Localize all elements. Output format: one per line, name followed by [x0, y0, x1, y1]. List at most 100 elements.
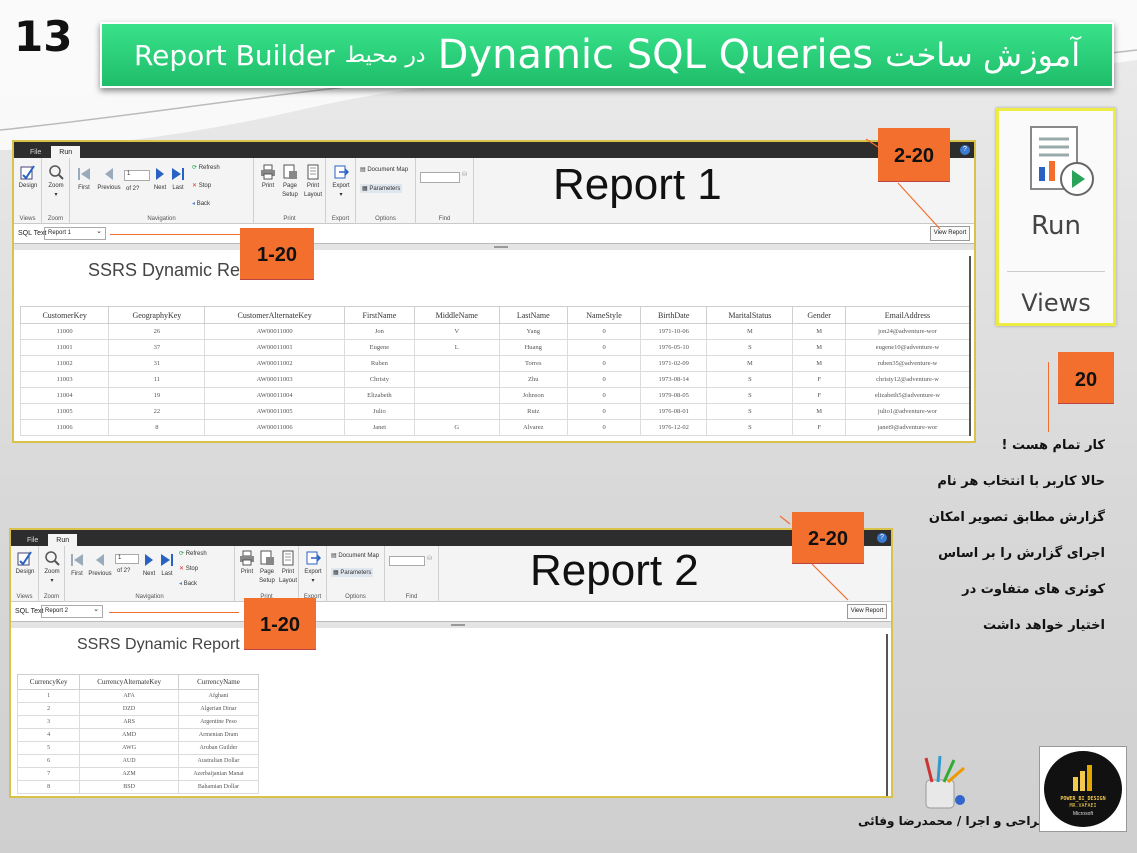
- refresh-button[interactable]: ⟳ Refresh: [192, 164, 220, 171]
- stop-button[interactable]: ✕ Stop: [179, 565, 198, 572]
- page-setup-button[interactable]: Page Setup: [280, 164, 300, 200]
- table-cell: 11000: [19, 323, 110, 340]
- table-cell: 8: [16, 780, 81, 794]
- table-cell: 0: [567, 419, 642, 436]
- print-button[interactable]: Print: [237, 550, 257, 577]
- first-page-button[interactable]: First: [76, 166, 92, 193]
- column-header: CurrencyKey: [16, 674, 81, 690]
- table-cell: 1973-08-14: [640, 371, 708, 388]
- page-number-input[interactable]: 1: [124, 170, 150, 181]
- zoom-button[interactable]: Zoom ▾: [41, 550, 63, 586]
- last-page-button[interactable]: Last: [159, 552, 175, 579]
- print-label: Print: [240, 569, 254, 575]
- sql-text-label: SQL Text: [15, 608, 44, 615]
- callout-line: [109, 612, 239, 613]
- help-icon[interactable]: ?: [877, 533, 887, 543]
- table-cell: Jon: [343, 323, 415, 340]
- help-icon[interactable]: ?: [960, 145, 970, 155]
- next-page-button[interactable]: Next: [141, 552, 157, 579]
- page-number-input[interactable]: 1: [115, 554, 139, 564]
- table-row: 4 AMD Armenian Dram: [16, 728, 260, 742]
- sql-text-select[interactable]: Report 2: [41, 605, 103, 618]
- table-cell: G: [413, 419, 500, 436]
- zoom-label: Zoom: [48, 183, 64, 189]
- back-button[interactable]: ◂ Back: [192, 200, 210, 207]
- column-header: CurrencyAlternateKey: [79, 674, 179, 690]
- table-cell: 11: [108, 371, 206, 388]
- tab-run[interactable]: Run: [48, 534, 78, 546]
- find-input[interactable]: [389, 556, 425, 566]
- zoom-button[interactable]: Zoom ▾: [44, 164, 68, 200]
- back-icon: ◂: [179, 581, 183, 587]
- vertical-scrollbar[interactable]: [886, 634, 888, 796]
- previous-page-button[interactable]: Previous: [96, 166, 122, 193]
- print-button[interactable]: Print: [258, 164, 278, 191]
- export-button[interactable]: Export ▾: [302, 550, 324, 586]
- page-setup-button[interactable]: Page Setup: [257, 550, 277, 586]
- group-label-find: Find: [405, 594, 418, 600]
- title-part-1: آموزش ساخت: [885, 36, 1081, 74]
- design-button[interactable]: Design: [13, 550, 37, 577]
- sql-text-select[interactable]: Report 1: [44, 227, 106, 240]
- last-page-button[interactable]: Last: [170, 166, 186, 193]
- table-cell: M: [706, 355, 794, 372]
- table-cell: AMD: [79, 728, 179, 742]
- document-map-button[interactable]: ▤ Document Map: [360, 166, 408, 173]
- paragraph-line-3: گزارش مطابق تصویر امکان: [928, 510, 1105, 525]
- refresh-button[interactable]: ⟳ Refresh: [179, 550, 207, 557]
- vertical-scrollbar[interactable]: [969, 256, 971, 436]
- tab-file[interactable]: File: [19, 534, 46, 546]
- table-cell: 11002: [19, 355, 110, 372]
- magnifier-icon: [49, 165, 64, 180]
- stop-button[interactable]: ✕ Stop: [192, 182, 211, 189]
- table-cell: S: [706, 339, 794, 356]
- export-button[interactable]: Export ▾: [330, 164, 352, 200]
- column-header: CurrencyName: [177, 674, 260, 690]
- table-cell: M: [792, 403, 846, 420]
- back-button[interactable]: ◂ Back: [179, 580, 197, 587]
- print-layout-button[interactable]: Print Layout: [277, 550, 299, 586]
- table-cell: elizabeth5@adventure-w: [844, 387, 971, 404]
- parameters-button[interactable]: ▦ Parameters: [360, 184, 403, 193]
- table-cell: AW00011006: [204, 419, 345, 436]
- table-cell: Bahamian Dollar: [177, 780, 260, 794]
- parameter-bar: SQL Text Report 1 View Report: [14, 224, 974, 244]
- last-label: Last: [172, 185, 184, 191]
- previous-page-button[interactable]: Previous: [87, 552, 113, 579]
- tab-run[interactable]: Run: [51, 146, 81, 158]
- design-label: Design: [18, 183, 38, 189]
- parameters-button[interactable]: ▦ Parameters: [331, 568, 374, 577]
- design-button[interactable]: Design: [16, 164, 40, 191]
- table-cell: 11004: [19, 387, 110, 404]
- table-cell: 8: [108, 419, 206, 436]
- document-map-button[interactable]: ▤ Document Map: [331, 552, 379, 559]
- table-cell: AW00011002: [204, 355, 345, 372]
- binoculars-icon[interactable]: ⛁: [427, 555, 432, 562]
- table-cell: ARS: [79, 715, 179, 729]
- table-row: 3 ARS Argentine Peso: [16, 715, 260, 729]
- last-label: Last: [161, 571, 173, 577]
- parameters-icon: ▦: [333, 570, 339, 576]
- table-cell: 22: [108, 403, 206, 420]
- column-header: FirstName: [343, 306, 415, 324]
- group-label-navigation: Navigation: [147, 216, 176, 222]
- view-report-button[interactable]: View Report: [847, 604, 887, 619]
- column-header: Gender: [792, 306, 846, 324]
- print-layout-button[interactable]: Print Layout: [302, 164, 324, 200]
- next-page-button[interactable]: Next: [152, 166, 168, 193]
- table-cell: F: [792, 387, 846, 404]
- tab-file[interactable]: File: [22, 146, 49, 158]
- group-zoom: Zoom ▾ Zoom: [42, 158, 70, 224]
- run-button-panel[interactable]: Run Views: [996, 108, 1116, 326]
- find-input[interactable]: [420, 172, 460, 183]
- back-label: Back: [196, 201, 211, 207]
- badge-20: 20: [1058, 352, 1114, 404]
- binoculars-icon[interactable]: ⛁: [462, 171, 467, 178]
- ribbon: Design Views Zoom ▾ Zoom First Previous 1…: [14, 158, 974, 224]
- table-cell: Eugene: [343, 339, 415, 356]
- first-page-button[interactable]: First: [69, 552, 85, 579]
- group-label-options: Options: [345, 594, 366, 600]
- table-cell: 0: [567, 387, 642, 404]
- table-cell: 6: [16, 754, 81, 768]
- stop-label: Stop: [185, 566, 199, 572]
